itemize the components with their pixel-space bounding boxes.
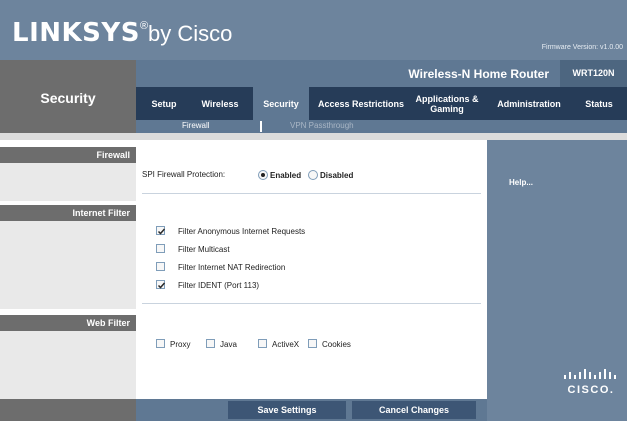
save-settings-button[interactable]: Save Settings [228,401,346,419]
tab-security[interactable]: Security [253,87,309,120]
checkbox-cookies[interactable] [308,339,317,348]
subnav-firewall[interactable]: Firewall [182,121,210,130]
spi-firewall-label: SPI Firewall Protection: [142,170,226,179]
product-bar: Wireless-N Home Router WRT120N [136,60,627,87]
radio-enabled-label: Enabled [270,171,302,180]
checkmark-icon [157,282,166,289]
svg-text:CISCO.: CISCO. [568,384,615,395]
checkbox-java[interactable] [206,339,215,348]
checkbox-filter-multicast[interactable] [156,244,165,253]
activex-label: ActiveX [272,340,300,349]
bottom-left-panel [0,399,136,421]
subnav-divider [260,121,262,132]
firmware-version: Firmware Version: v1.0.00 [541,44,623,51]
tab-applications-gaming[interactable]: Applications & Gaming [414,87,480,120]
radio-selected-dot [261,173,265,177]
product-name: Wireless-N Home Router [408,67,549,81]
left-filler-firewall [0,163,136,201]
logo-registered-mark: ® [139,20,149,32]
filter-nat-redirection-label: Filter Internet NAT Redirection [178,263,286,272]
filter-multicast-label: Filter Multicast [178,245,230,254]
label-internet-filter: Internet Filter [0,205,136,221]
separator-strip [0,133,627,140]
filter-anonymous-label: Filter Anonymous Internet Requests [178,227,306,236]
linksys-logo: LINKSYS®by Cisco [12,18,232,48]
filter-ident-label: Filter IDENT (Port 113) [178,281,260,290]
radio-enabled[interactable] [258,170,268,180]
left-filler-internet-filter [0,221,136,309]
checkbox-proxy[interactable] [156,339,165,348]
main-nav: Setup Wireless Security Access Restricti… [136,87,627,120]
radio-disabled-label: Disabled [320,171,354,180]
divider [142,303,481,304]
bottom-right-panel [487,399,627,421]
help-link[interactable]: Help... [509,178,533,187]
checkbox-filter-nat-redirection[interactable] [156,262,165,271]
cookies-label: Cookies [322,340,351,349]
tab-status[interactable]: Status [576,87,622,120]
header: LINKSYS®by Cisco Firmware Version: v1.0.… [0,0,627,60]
proxy-label: Proxy [170,340,191,349]
java-label: Java [220,340,237,349]
radio-disabled[interactable] [308,170,318,180]
sub-nav: Firewall VPN Passthrough [136,120,627,133]
tab-administration[interactable]: Administration [488,87,570,120]
model-number: WRT120N [560,60,627,87]
logo-by-cisco: by Cisco [148,21,233,46]
label-firewall: Firewall [0,147,136,163]
subnav-vpn-passthrough[interactable]: VPN Passthrough [290,121,354,130]
checkbox-activex[interactable] [258,339,267,348]
tab-wireless[interactable]: Wireless [192,87,248,120]
logo-brand: LINKSYS [12,18,140,48]
divider [142,193,481,194]
cancel-changes-button[interactable]: Cancel Changes [352,401,476,419]
checkbox-filter-ident[interactable] [156,280,166,289]
tab-access-restrictions[interactable]: Access Restrictions [314,87,408,120]
help-panel: Help... CISCO. [487,140,627,399]
checkbox-filter-anonymous[interactable] [156,226,166,235]
left-filler-web-filter [0,331,136,399]
checkmark-icon [157,228,166,235]
label-web-filter: Web Filter [0,315,136,331]
action-bar: Save Settings Cancel Changes [136,399,487,421]
cisco-logo: CISCO. [564,369,616,395]
tab-setup[interactable]: Setup [142,87,186,120]
main-content: SPI Firewall Protection: Enabled Disable… [136,140,487,399]
section-title: Security [40,90,96,106]
